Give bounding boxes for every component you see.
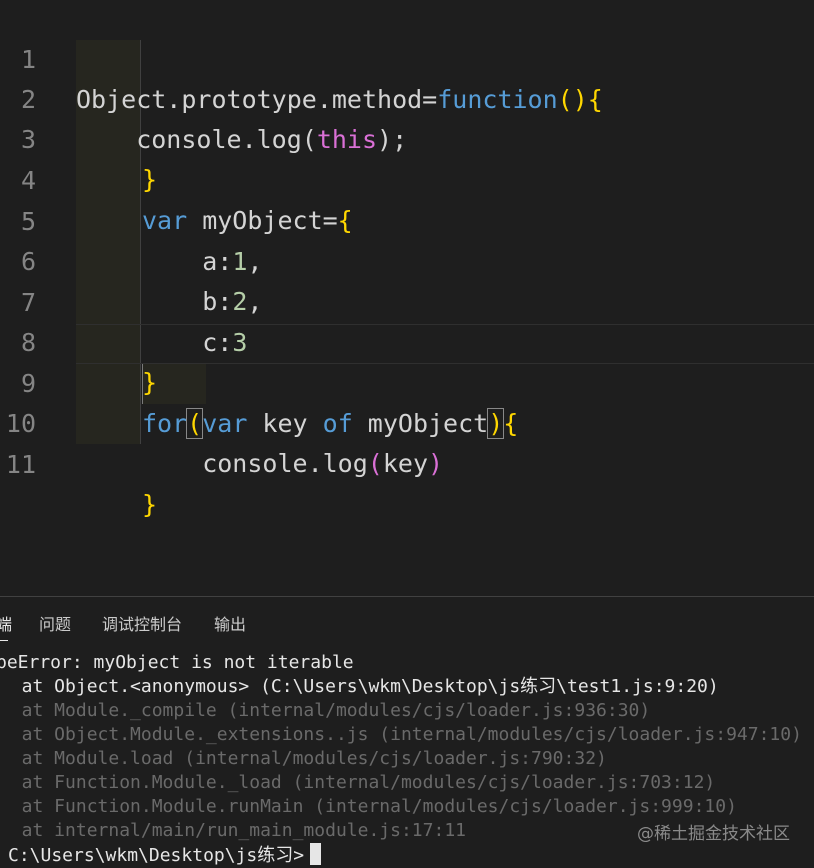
terminal-cursor [310, 843, 322, 865]
code-line[interactable]: 9 for(var key of myObject){ [0, 324, 814, 439]
tab-problems[interactable]: 问题 [39, 607, 71, 643]
terminal-line: at Module._compile (internal/modules/cjs… [0, 700, 651, 721]
active-tab-indicator [0, 640, 8, 641]
code-line[interactable]: 3 } [0, 80, 814, 194]
line-number: 11 [5, 450, 36, 479]
terminal-line: at Function.Module._load (internal/modul… [0, 772, 716, 793]
bottom-panel: 端 问题 调试控制台 输出 peError: myObject is not i… [0, 596, 814, 868]
code-line[interactable]: 6 b:2, [0, 202, 814, 316]
terminal-line: at Module.load (internal/modules/cjs/loa… [0, 748, 607, 769]
code-line[interactable]: 5 a:1, [0, 162, 814, 276]
terminal-line: at Object.<anonymous> (C:\Users\wkm\Desk… [0, 676, 719, 697]
terminal-line: at Object.Module._extensions..js (intern… [0, 724, 802, 745]
code-line[interactable]: 2 console.log(this); [0, 40, 814, 154]
tab-terminal[interactable]: 端 [0, 607, 12, 643]
code-line[interactable]: 1 Object.prototype.method=function(){ [0, 0, 814, 114]
terminal-line: at Function.Module.runMain (internal/mod… [0, 796, 737, 817]
code-text: console.log(key) [142, 449, 444, 478]
code-line[interactable]: 10 console.log(key) [0, 364, 814, 478]
tab-output[interactable]: 输出 [214, 607, 246, 643]
code-line[interactable]: 8 } [0, 283, 814, 397]
code-line[interactable]: 4 var myObject={ [0, 121, 814, 235]
watermark: @稀土掘金技术社区 [637, 824, 790, 844]
code-line[interactable]: 11 } [0, 405, 814, 519]
terminal-prompt-line[interactable]: C:\Users\wkm\Desktop\js练习> [8, 843, 814, 867]
code-text: } [142, 490, 158, 519]
panel-tabs: 端 问题 调试控制台 输出 [0, 607, 814, 643]
vscode-window: 1 Object.prototype.method=function(){ 2 … [0, 0, 814, 868]
terminal-prompt: C:\Users\wkm\Desktop\js练习> [8, 845, 305, 866]
code-line[interactable]: 7 c:3 [0, 243, 814, 357]
code-editor[interactable]: 1 Object.prototype.method=function(){ 2 … [0, 0, 814, 596]
terminal-line: peError: myObject is not iterable [0, 652, 354, 673]
tab-debug-console[interactable]: 调试控制台 [102, 607, 182, 643]
